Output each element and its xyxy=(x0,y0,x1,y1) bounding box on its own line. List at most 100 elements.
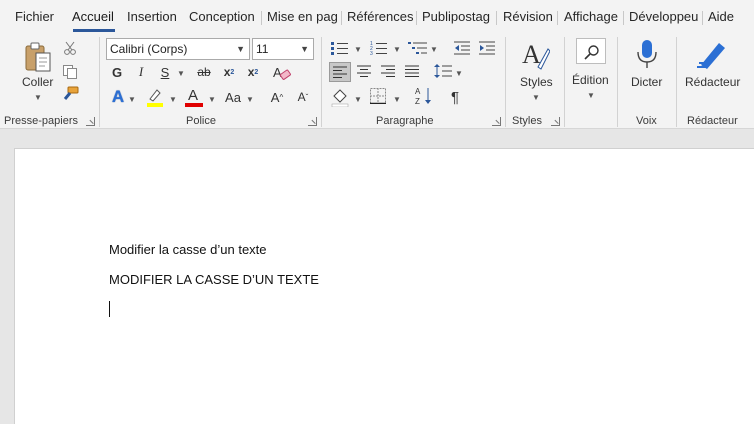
highlight-dropdown-icon[interactable]: ▼ xyxy=(169,95,177,104)
tab-publipostage[interactable]: Publipostag xyxy=(422,9,495,24)
editing-button-label[interactable]: Édition xyxy=(572,73,609,87)
change-case-button[interactable]: Aa xyxy=(222,88,244,106)
bullets-dropdown-icon[interactable]: ▼ xyxy=(354,45,362,54)
tab-developpeur[interactable]: Développeu xyxy=(629,9,701,24)
ribbon-tabs: Fichier Accueil Insertion Conception Mis… xyxy=(0,0,754,33)
editor-pen-icon[interactable] xyxy=(697,39,729,69)
grow-font-button[interactable]: A ^ xyxy=(266,88,288,106)
tab-conception[interactable]: Conception xyxy=(189,9,255,24)
styles-dropdown-icon[interactable]: ▼ xyxy=(532,93,540,102)
font-color-swatch xyxy=(185,103,203,107)
justify-icon[interactable] xyxy=(405,65,419,77)
chevron-down-icon: ▼ xyxy=(236,44,245,54)
dictate-button-label[interactable]: Dicter xyxy=(631,75,662,89)
bold-button[interactable]: G xyxy=(108,63,126,81)
paste-dropdown-icon[interactable]: ▼ xyxy=(34,93,42,102)
editing-button[interactable] xyxy=(576,38,606,64)
text-effects-dropdown-icon[interactable]: ▼ xyxy=(128,95,136,104)
sort-icon[interactable]: AZ xyxy=(415,86,433,106)
microphone-icon[interactable] xyxy=(636,39,658,69)
font-size-combobox[interactable]: 11 ▼ xyxy=(252,38,314,60)
tab-separator xyxy=(416,11,417,25)
voice-group-label: Voix xyxy=(636,115,657,127)
italic-button[interactable]: I xyxy=(132,63,150,81)
tab-separator xyxy=(623,11,624,25)
font-color-dropdown-icon[interactable]: ▼ xyxy=(208,95,216,104)
multilevel-dropdown-icon[interactable]: ▼ xyxy=(430,45,438,54)
tab-separator xyxy=(557,11,558,25)
highlight-icon[interactable] xyxy=(145,87,165,107)
underline-button[interactable]: S xyxy=(156,63,174,81)
tab-accueil[interactable]: Accueil xyxy=(72,9,114,24)
format-painter-icon[interactable] xyxy=(61,86,79,102)
subscript-button[interactable]: x2 xyxy=(220,63,238,81)
tab-affichage[interactable]: Affichage xyxy=(564,9,618,24)
bullets-icon[interactable] xyxy=(331,41,349,55)
multilevel-list-icon[interactable] xyxy=(408,41,428,55)
paragraph-launcher-icon[interactable] xyxy=(492,117,501,126)
clear-formatting-icon[interactable]: A xyxy=(272,64,292,82)
styles-icon[interactable]: A xyxy=(520,39,550,71)
subscript-label: x xyxy=(223,65,231,79)
align-left-icon xyxy=(333,66,347,78)
font-color-button[interactable]: A xyxy=(184,87,204,107)
decrease-indent-icon[interactable] xyxy=(454,41,470,55)
paste-button[interactable] xyxy=(20,39,56,79)
copy-icon[interactable] xyxy=(62,64,78,80)
numbering-dropdown-icon[interactable]: ▼ xyxy=(393,45,401,54)
font-size-value: 11 xyxy=(256,42,269,56)
clipboard-launcher-icon[interactable] xyxy=(86,117,95,126)
document-line-2[interactable]: MODIFIER LA CASSE D’UN TEXTE xyxy=(109,272,319,287)
tab-fichier[interactable]: Fichier xyxy=(15,9,54,24)
align-right-icon[interactable] xyxy=(381,65,395,77)
borders-dropdown-icon[interactable]: ▼ xyxy=(393,95,401,104)
font-name-combobox[interactable]: Calibri (Corps) ▼ xyxy=(106,38,250,60)
line-spacing-dropdown-icon[interactable]: ▼ xyxy=(455,69,463,78)
tab-aide[interactable]: Aide xyxy=(708,9,734,24)
styles-button-label[interactable]: Styles xyxy=(520,75,553,89)
chevron-down-icon: ▼ xyxy=(300,44,309,54)
group-separator xyxy=(564,37,565,127)
superscript-button[interactable]: x2 xyxy=(244,63,262,81)
align-left-button[interactable] xyxy=(329,62,351,82)
styles-group-label: Styles xyxy=(512,115,542,127)
editor-button-label[interactable]: Rédacteur xyxy=(685,75,740,89)
document-line-1[interactable]: Modifier la casse d’un texte xyxy=(109,242,267,257)
styles-launcher-icon[interactable] xyxy=(551,117,560,126)
shrink-font-label: A xyxy=(297,90,306,104)
superscript-label: x xyxy=(247,65,255,79)
line-spacing-icon[interactable] xyxy=(434,63,452,79)
svg-text:Z: Z xyxy=(415,97,420,106)
editor-group-label: Rédacteur xyxy=(687,115,738,127)
tab-separator xyxy=(496,11,497,25)
tab-mise-en-page[interactable]: Mise en pag xyxy=(267,9,339,24)
document-page[interactable]: Modifier la casse d’un texte MODIFIER LA… xyxy=(14,148,754,424)
align-center-icon[interactable] xyxy=(357,65,371,77)
font-launcher-icon[interactable] xyxy=(308,117,317,126)
editing-dropdown-icon[interactable]: ▼ xyxy=(587,91,595,100)
ribbon: Coller ▼ Presse-papiers Calibri (Corps) … xyxy=(0,33,754,129)
underline-dropdown-icon[interactable]: ▼ xyxy=(177,69,185,78)
tab-separator xyxy=(341,11,342,25)
tab-revision[interactable]: Révision xyxy=(503,9,553,24)
shading-icon[interactable] xyxy=(331,87,349,107)
cut-icon[interactable] xyxy=(63,41,77,55)
shading-dropdown-icon[interactable]: ▼ xyxy=(354,95,362,104)
increase-indent-icon[interactable] xyxy=(479,41,495,55)
pilcrow-icon[interactable]: ¶ xyxy=(446,87,464,107)
strikethrough-button[interactable]: ab xyxy=(194,63,214,81)
tab-references[interactable]: Références xyxy=(347,9,413,24)
text-effects-button[interactable]: A xyxy=(108,87,128,107)
document-canvas: Modifier la casse d’un texte MODIFIER LA… xyxy=(0,130,754,424)
numbering-icon[interactable]: 123 xyxy=(370,41,388,55)
paste-label: Coller xyxy=(22,75,54,89)
change-case-dropdown-icon[interactable]: ▼ xyxy=(246,95,254,104)
group-separator xyxy=(676,37,677,127)
tab-insertion[interactable]: Insertion xyxy=(127,9,177,24)
text-cursor xyxy=(109,301,110,317)
grow-font-label: A xyxy=(270,89,280,105)
paragraph-group-label: Paragraphe xyxy=(376,115,434,127)
shrink-font-button[interactable]: Aˇ xyxy=(292,88,314,106)
borders-icon[interactable] xyxy=(370,88,386,104)
font-group-label: Police xyxy=(186,115,216,127)
